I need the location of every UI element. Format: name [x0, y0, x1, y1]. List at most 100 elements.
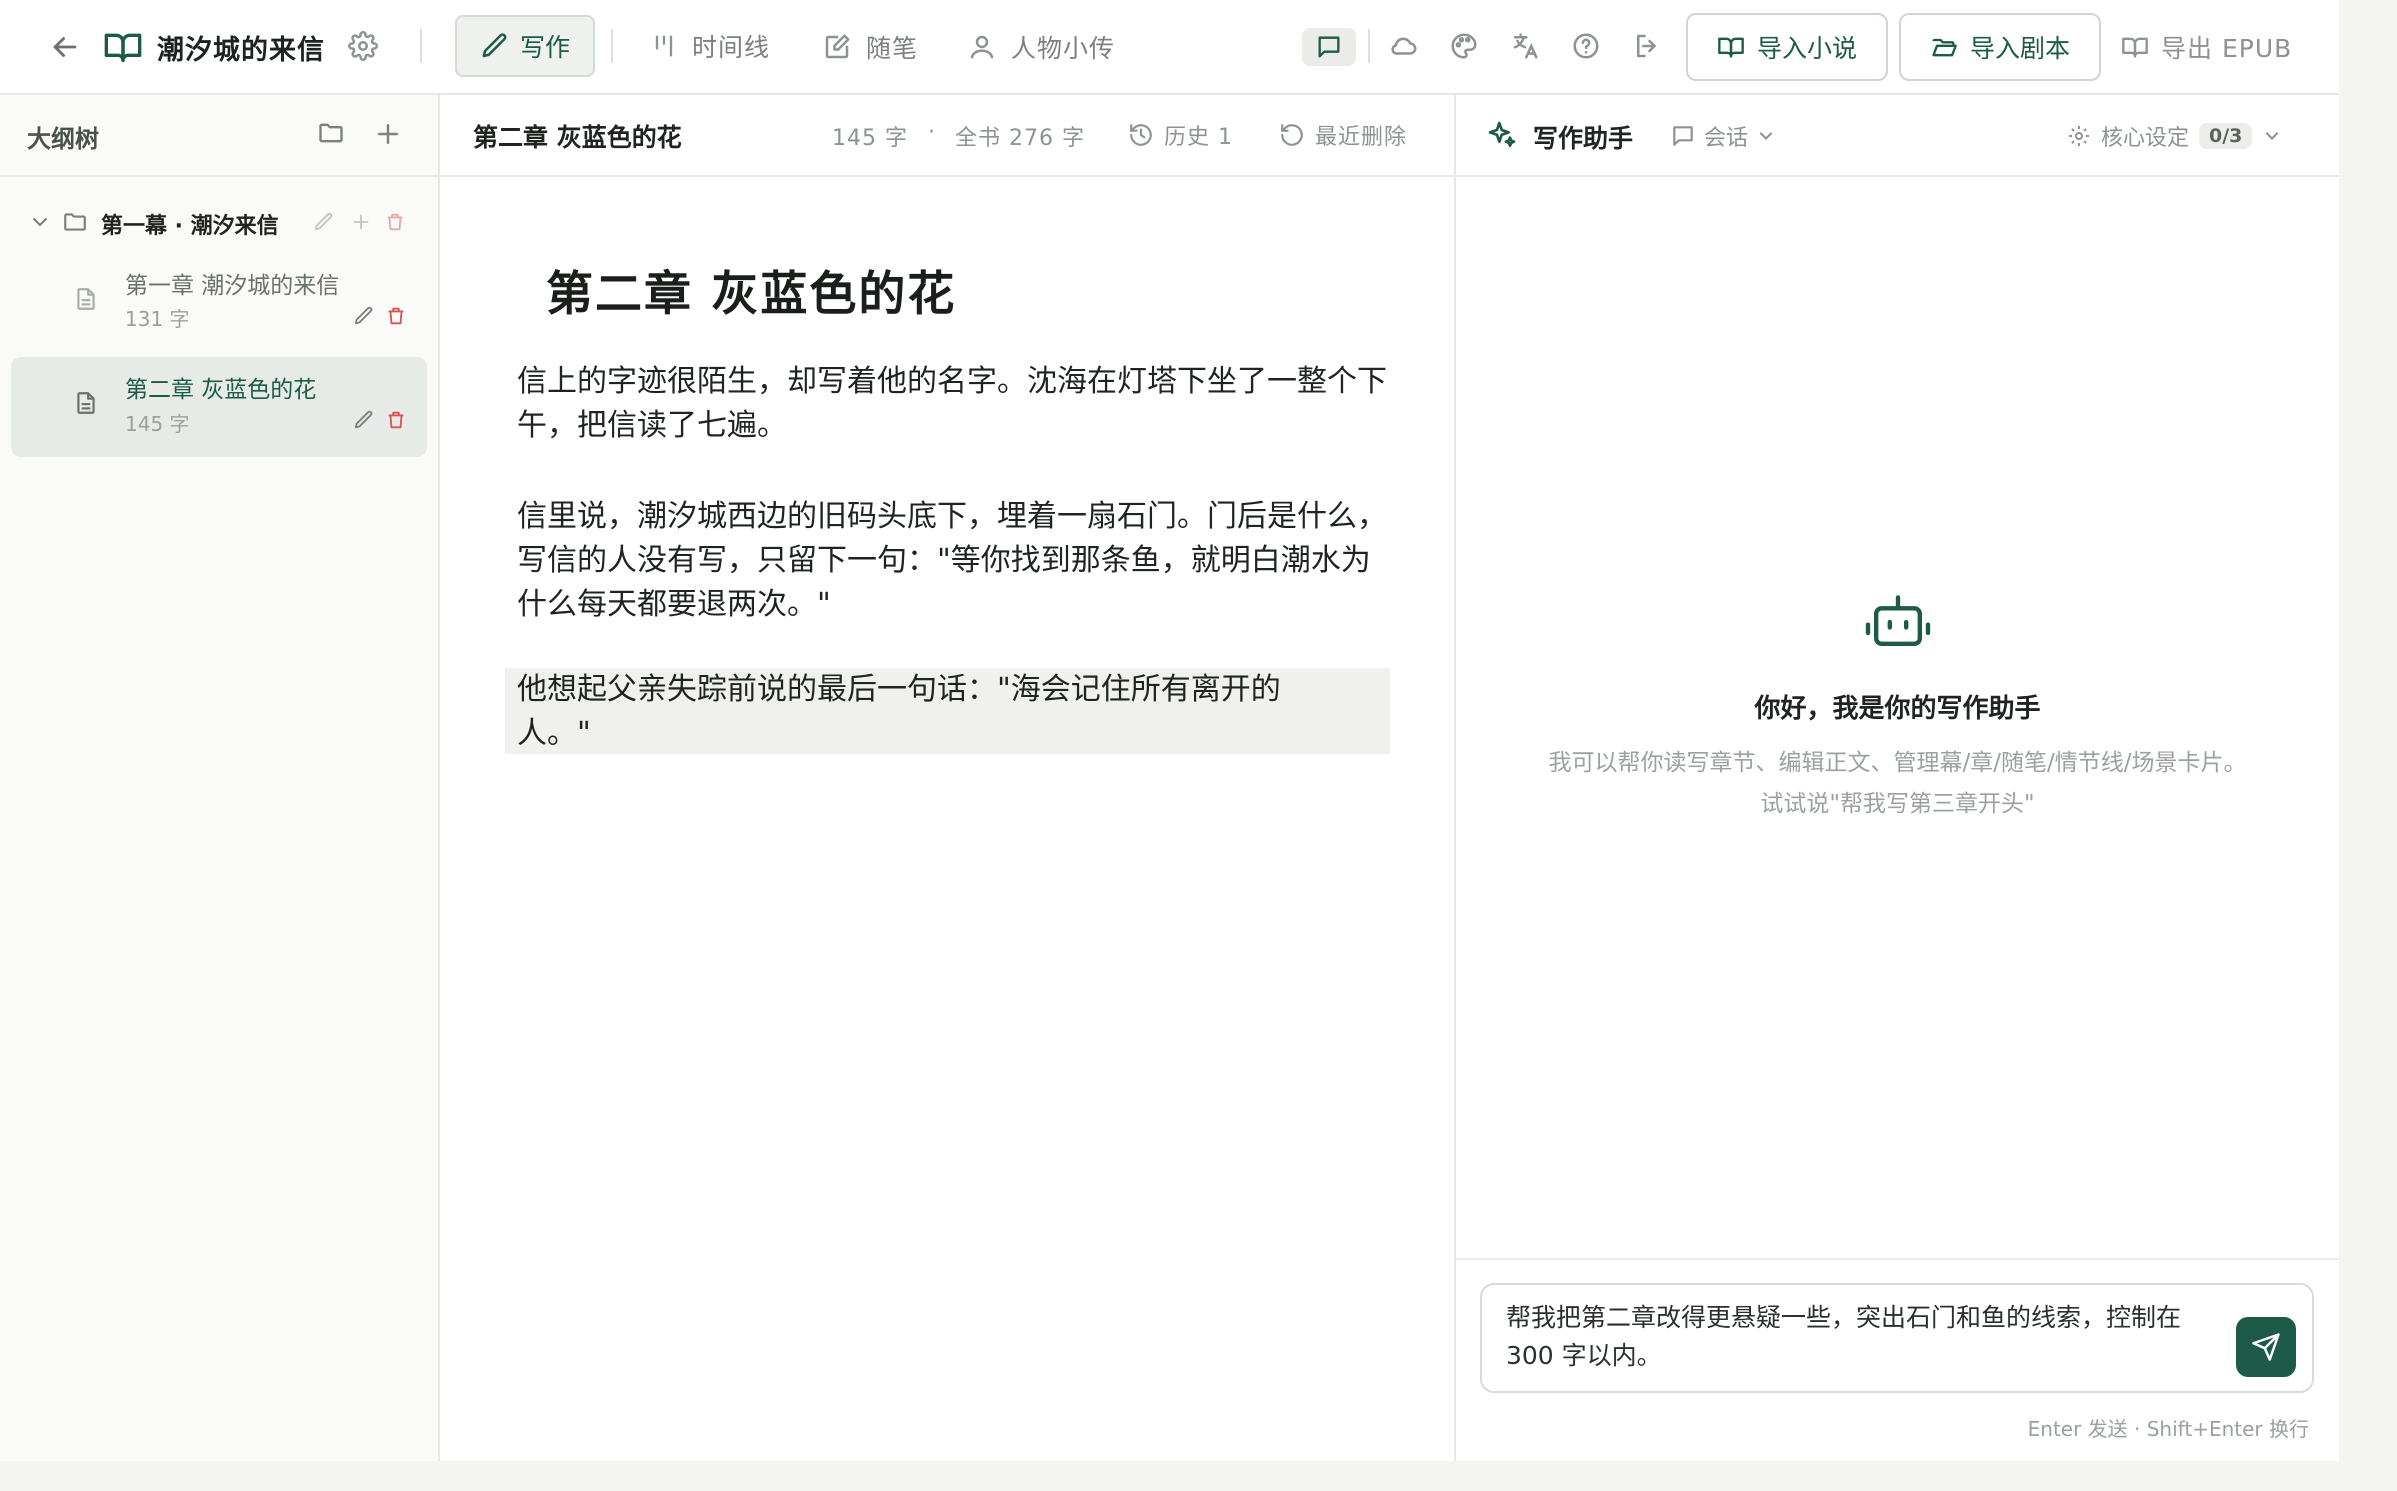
top-bar: 潮汐城的来信 写作 时间线 随笔 人物小传 导入小说 导入剧本 导出 EPUB: [0, 0, 2339, 95]
send-icon: [2252, 1333, 2280, 1361]
tab-timeline[interactable]: 时间线: [650, 28, 770, 64]
chat-icon: [1673, 126, 1693, 146]
editor-header: 第二章 灰蓝色的花 145 字 · 全书 276 字 历史 1 最近删除: [440, 95, 1454, 177]
document-title[interactable]: 第二章 灰蓝色的花: [546, 255, 956, 324]
chevron-down-icon[interactable]: [28, 210, 52, 234]
help-icon[interactable]: [1571, 31, 1601, 61]
sidebar-title: 大纲树: [27, 125, 99, 153]
chevron-down-icon: [2266, 132, 2279, 140]
divider: [420, 29, 422, 63]
act-title: 第一幕 · 潮汐来信: [101, 214, 279, 239]
book-icon: [2122, 37, 2148, 58]
tab-characters[interactable]: 人物小传: [967, 29, 1115, 65]
timeline-icon: [655, 35, 673, 57]
palette-icon[interactable]: [1449, 31, 1479, 61]
export-epub-button[interactable]: 导出 EPUB: [2121, 29, 2292, 65]
import-novel-label: 导入小说: [1756, 34, 1857, 63]
export-epub-label: 导出 EPUB: [2161, 34, 2293, 63]
session-dropdown[interactable]: 会话: [1670, 120, 1776, 152]
book-icon: [103, 27, 143, 67]
tab-notes[interactable]: 随笔: [822, 29, 918, 65]
edit-icon[interactable]: [313, 211, 335, 233]
divider: [611, 29, 613, 63]
assistant-panel: 写作助手 会话 核心设定 0/3 你好，我是你的写作助手 我可以帮你读写章节、编…: [1456, 95, 2339, 1461]
new-folder-icon[interactable]: [316, 119, 346, 147]
import-script-button[interactable]: 导入剧本: [1899, 13, 2101, 81]
chat-input[interactable]: 帮我把第二章改得更悬疑一些，突出石门和鱼的线索，控制在 300 字以内。: [1480, 1283, 2314, 1393]
tab-characters-label: 人物小传: [1011, 34, 1116, 63]
assistant-title: 写作助手: [1533, 124, 1634, 153]
welcome-description: 我可以帮你读写章节、编辑正文、管理幕/章/随笔/情节线/场景卡片。 试试说"帮我…: [1456, 743, 2339, 825]
divider: [1368, 29, 1370, 63]
notes-icon: [825, 34, 850, 59]
logout-icon[interactable]: [1632, 31, 1662, 61]
chapter-title: 第一章 潮汐城的来信: [125, 273, 340, 299]
welcome-line: 我可以帮你读写章节、编辑正文、管理幕/章/随笔/情节线/场景卡片。: [1548, 750, 2247, 776]
recent-deleted-button[interactable]: 最近删除: [1279, 119, 1407, 151]
chevron-down-icon: [1759, 132, 1773, 140]
tab-timeline-label: 时间线: [692, 33, 771, 62]
chat-toggle-button[interactable]: [1302, 28, 1356, 66]
translate-icon[interactable]: [1510, 31, 1540, 61]
folder-open-icon: [1932, 38, 1957, 57]
restore-icon: [1281, 124, 1303, 146]
chapter-item[interactable]: 第一章 潮汐城的来信 131 字: [11, 255, 427, 355]
editor-panel: 第二章 灰蓝色的花 145 字 · 全书 276 字 历史 1 最近删除 第二章…: [440, 95, 1456, 1461]
edit-icon[interactable]: [353, 305, 375, 327]
import-script-label: 导入剧本: [1969, 34, 2070, 63]
delete-icon[interactable]: [385, 304, 407, 328]
chapter-item-active[interactable]: 第二章 灰蓝色的花 145 字: [11, 357, 427, 457]
outline-sidebar: 大纲树 第一幕 · 潮汐来信 第一章 潮汐城的来信 131 字 第二章 灰蓝色的…: [0, 95, 440, 1461]
sparkles-icon: [1486, 119, 1518, 151]
delete-icon[interactable]: [385, 408, 407, 432]
current-chapter-label: 第二章 灰蓝色的花: [473, 123, 682, 152]
app-title: 潮汐城的来信: [157, 35, 325, 66]
chapter-word-count: 131 字: [125, 307, 190, 331]
chat-icon: [1318, 36, 1340, 58]
book-open-icon: [1718, 37, 1744, 58]
add-chapter-icon[interactable]: [350, 211, 372, 233]
chapter-word-count: 145 字: [832, 126, 908, 151]
act-row[interactable]: 第一幕 · 潮汐来信: [0, 198, 438, 248]
history-button[interactable]: 历史 1: [1128, 119, 1233, 151]
folder-icon: [62, 209, 88, 235]
gear-icon: [2069, 126, 2089, 146]
chapter-title: 第二章 灰蓝色的花: [125, 377, 317, 403]
cloud-icon[interactable]: [1388, 31, 1420, 61]
core-settings-label: 核心设定: [2101, 126, 2190, 151]
paragraph-selected[interactable]: 他想起父亲失踪前说的最后一句话："海会记住所有离开的人。": [517, 668, 1317, 756]
separator-dot: ·: [928, 120, 936, 145]
chapter-word-count: 145 字: [125, 412, 190, 436]
sidebar-header: 大纲树: [0, 95, 438, 177]
chat-input-text[interactable]: 帮我把第二章改得更悬疑一些，突出石门和鱼的线索，控制在 300 字以内。: [1506, 1299, 2206, 1375]
send-button[interactable]: [2236, 1317, 2296, 1377]
welcome-title: 你好，我是你的写作助手: [1754, 694, 2041, 724]
back-icon[interactable]: [48, 30, 82, 64]
paragraph[interactable]: 信上的字迹很陌生，却写着他的名字。沈海在灯塔下坐了一整个下午，把信读了七遍。: [517, 360, 1387, 448]
file-icon: [73, 284, 99, 314]
robot-icon: [1865, 592, 1931, 652]
tab-write-label: 写作: [519, 33, 570, 62]
history-label: 历史 1: [1164, 125, 1233, 150]
input-hint: Enter 发送 · Shift+Enter 换行: [2027, 1417, 2309, 1441]
paragraph[interactable]: 信里说，潮汐城西边的旧码头底下，埋着一扇石门。门后是什么，写信的人没有写，只留下…: [517, 495, 1387, 627]
chat-input-area: 帮我把第二章改得更悬疑一些，突出石门和鱼的线索，控制在 300 字以内。 Ent…: [1456, 1258, 2339, 1463]
book-word-count: 全书 276 字: [955, 126, 1085, 151]
welcome-line: 试试说"帮我写第三章开头": [1760, 791, 2035, 817]
core-settings-count: 0/3: [2199, 123, 2253, 149]
pencil-icon: [482, 33, 507, 58]
tab-write[interactable]: 写作: [455, 15, 595, 77]
tab-notes-label: 随笔: [866, 34, 919, 63]
settings-gear-icon[interactable]: [348, 31, 378, 61]
edit-icon[interactable]: [353, 409, 375, 431]
delete-icon[interactable]: [384, 210, 406, 234]
core-settings-dropdown[interactable]: 核心设定 0/3: [2067, 120, 2282, 152]
add-icon[interactable]: [373, 119, 403, 149]
session-label: 会话: [1704, 126, 1749, 151]
import-novel-button[interactable]: 导入小说: [1686, 13, 1888, 81]
file-icon: [73, 388, 99, 418]
assistant-header: 写作助手 会话 核心设定 0/3: [1456, 95, 2339, 177]
recent-deleted-label: 最近删除: [1315, 125, 1408, 150]
user-icon: [970, 35, 994, 59]
history-icon: [1130, 124, 1152, 146]
